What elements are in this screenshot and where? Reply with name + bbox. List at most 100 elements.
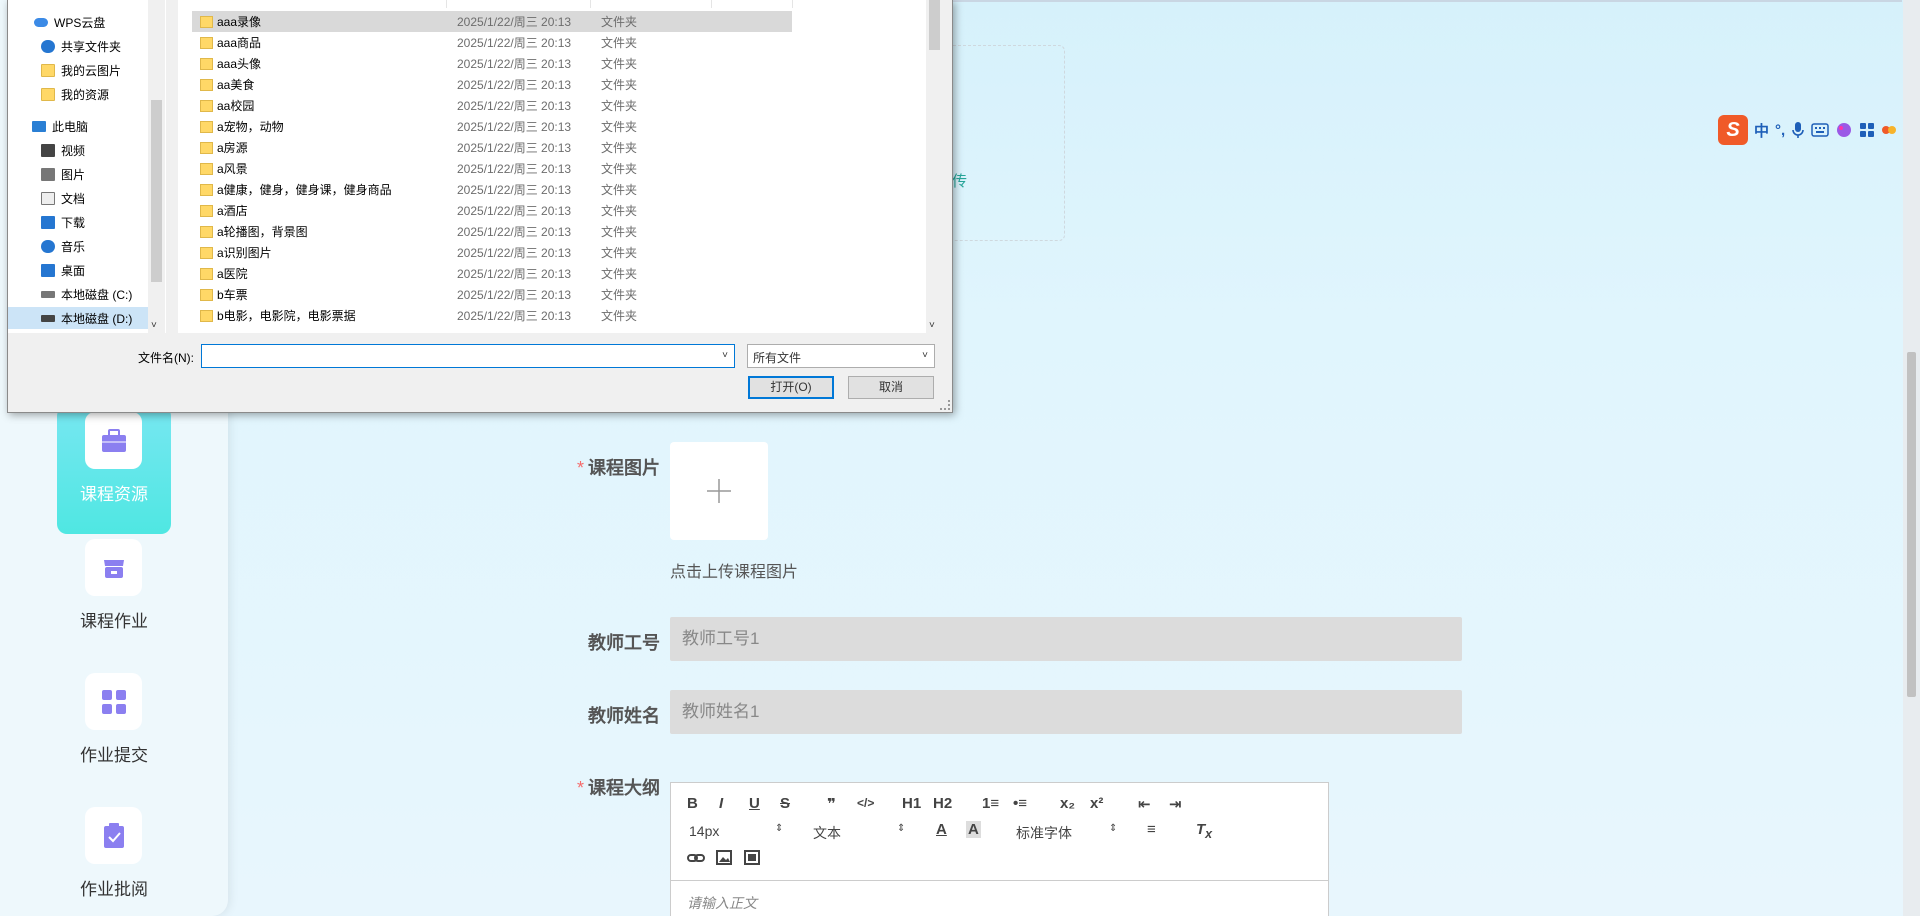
nav-item-disk-c[interactable]: 本地磁盘 (C:) <box>8 283 148 305</box>
course-image-uploader[interactable] <box>670 442 768 540</box>
strikethrough-button[interactable]: S <box>780 795 790 812</box>
ime-lang-toggle[interactable]: 中 <box>1754 120 1769 141</box>
editor-placeholder[interactable]: 请输入正文 <box>687 893 757 913</box>
sidebar-item-homework-submit[interactable]: 作业提交 <box>57 667 171 795</box>
column-separator[interactable] <box>590 0 591 8</box>
course-image-label: * 课程图片 <box>576 458 660 478</box>
image-icon[interactable] <box>716 850 732 865</box>
folder-icon <box>200 57 213 70</box>
nav-item-this-pc[interactable]: 此电脑 <box>8 115 148 137</box>
ime-punct-toggle[interactable]: °, <box>1775 122 1785 139</box>
bold-button[interactable]: B <box>687 795 698 812</box>
italic-button[interactable]: I <box>719 795 723 812</box>
font-size-select[interactable]: 14px <box>689 823 719 839</box>
nav-item-downloads[interactable]: 下载 <box>8 211 148 233</box>
file-row[interactable]: a轮播图，背景图 2025/1/22/周三 20:13 文件夹 <box>192 221 792 242</box>
filename-input[interactable]: ˅ <box>201 344 735 368</box>
nav-item-disk-d[interactable]: 本地磁盘 (D:) <box>8 307 148 329</box>
music-icon <box>41 239 55 253</box>
share-folder-icon <box>41 39 55 53</box>
folder-icon <box>200 183 213 196</box>
apps-icon[interactable] <box>1859 122 1875 138</box>
video-icon[interactable] <box>744 850 760 865</box>
sidebar-item-homework-review[interactable]: 作业批阅 <box>57 801 171 916</box>
clipboard-check-icon <box>85 807 142 864</box>
superscript-button[interactable]: x² <box>1090 795 1103 812</box>
bullet-list-button[interactable]: •≡ <box>1013 795 1027 812</box>
upload-area-partial[interactable] <box>948 45 1065 241</box>
nav-item-cloud-pictures[interactable]: 我的云图片 <box>8 59 148 81</box>
nav-item-my-resources[interactable]: 我的资源 <box>8 83 148 105</box>
file-row[interactable]: b电影，电影院，电影票据 2025/1/22/周三 20:13 文件夹 <box>192 305 792 326</box>
paragraph-select[interactable]: 文本 <box>813 823 841 843</box>
link-icon[interactable] <box>687 851 705 865</box>
file-row[interactable]: a房源 2025/1/22/周三 20:13 文件夹 <box>192 137 792 158</box>
outdent-button[interactable]: ⇤ <box>1138 795 1151 813</box>
nav-item-pictures[interactable]: 图片 <box>8 163 148 185</box>
file-type-filter[interactable]: 所有文件 ˅ <box>747 344 935 368</box>
page-scrollbar[interactable] <box>1903 0 1920 916</box>
file-row[interactable]: aaa录像 2025/1/22/周三 20:13 文件夹 <box>192 11 792 32</box>
column-separator[interactable] <box>446 0 447 8</box>
microphone-icon[interactable] <box>1791 121 1805 139</box>
skin-icon[interactable] <box>1835 121 1853 139</box>
chevron-down-icon[interactable]: ˅ <box>929 320 935 331</box>
file-row[interactable]: a医院 2025/1/22/周三 20:13 文件夹 <box>192 263 792 284</box>
ordered-list-button[interactable]: 1≡ <box>982 795 999 812</box>
column-separator[interactable] <box>792 0 793 8</box>
subscript-button[interactable]: x₂ <box>1060 795 1075 812</box>
blockquote-button[interactable]: ❞ <box>827 795 836 813</box>
font-family-select[interactable]: 标准字体 <box>1016 823 1072 843</box>
resize-grip[interactable] <box>940 400 950 410</box>
desktop-icon <box>41 263 55 277</box>
file-row[interactable]: b车票 2025/1/22/周三 20:13 文件夹 <box>192 284 792 305</box>
sogou-logo-icon[interactable]: S <box>1718 115 1748 145</box>
scrollbar-thumb[interactable] <box>1907 352 1916 697</box>
file-row[interactable]: aa校园 2025/1/22/周三 20:13 文件夹 <box>192 95 792 116</box>
sidebar-item-course-homework[interactable]: 课程作业 <box>57 533 171 661</box>
nav-item-shared-folder[interactable]: 共享文件夹 <box>8 35 148 57</box>
chevron-updown-icon: ⇕ <box>1109 823 1118 834</box>
file-list-scrollbar[interactable]: ˅ <box>926 0 943 333</box>
underline-button[interactable]: U <box>749 795 760 812</box>
cancel-button[interactable]: 取消 <box>848 376 934 399</box>
folder-icon <box>200 309 213 322</box>
file-row[interactable]: aa美食 2025/1/22/周三 20:13 文件夹 <box>192 74 792 95</box>
code-button[interactable]: </> <box>857 796 874 810</box>
clear-format-icon[interactable]: Tx <box>1196 821 1212 841</box>
background-color-icon[interactable]: A <box>966 821 981 838</box>
upload-text-partial: 传 <box>952 173 968 190</box>
scrollbar-thumb[interactable] <box>929 0 940 50</box>
file-row[interactable]: aaa头像 2025/1/22/周三 20:13 文件夹 <box>192 53 792 74</box>
chevron-down-icon[interactable]: ˅ <box>151 320 157 331</box>
teacher-name-input[interactable] <box>670 690 1462 734</box>
file-row[interactable]: a宠物，动物 2025/1/22/周三 20:13 文件夹 <box>192 116 792 137</box>
file-row[interactable]: a风景 2025/1/22/周三 20:13 文件夹 <box>192 158 792 179</box>
nav-item-videos[interactable]: 视频 <box>8 139 148 161</box>
nav-item-documents[interactable]: 文档 <box>8 187 148 209</box>
file-row[interactable]: a健康，健身，健身课，健身商品 2025/1/22/周三 20:13 文件夹 <box>192 179 792 200</box>
chevron-updown-icon: ⇕ <box>775 823 784 834</box>
font-color-icon[interactable]: A <box>936 821 947 838</box>
briefcase-icon <box>85 412 142 469</box>
keyboard-icon[interactable] <box>1811 123 1829 137</box>
heading2-button[interactable]: H2 <box>933 795 952 812</box>
nav-item-wps-cloud[interactable]: WPS云盘 <box>8 11 148 33</box>
open-button[interactable]: 打开(O) <box>748 376 834 399</box>
indent-button[interactable]: ⇥ <box>1169 795 1182 813</box>
file-row[interactable]: a酒店 2025/1/22/周三 20:13 文件夹 <box>192 200 792 221</box>
ime-extra-icon[interactable] <box>1881 123 1897 137</box>
teacher-id-input[interactable] <box>670 617 1462 661</box>
file-row[interactable]: a识别图片 2025/1/22/周三 20:13 文件夹 <box>192 242 792 263</box>
file-row[interactable]: aaa商品 2025/1/22/周三 20:13 文件夹 <box>192 32 792 53</box>
heading1-button[interactable]: H1 <box>902 795 921 812</box>
column-separator[interactable] <box>711 0 712 8</box>
align-icon[interactable]: ≡ <box>1147 821 1156 838</box>
rich-text-editor[interactable]: B I U S ❞ </> H1 H2 1≡ •≡ x₂ x² ⇤ ⇥ 14px… <box>670 782 1329 916</box>
sidebar-item-course-resources[interactable]: 课程资源 <box>57 406 171 534</box>
scrollbar-thumb[interactable] <box>151 100 162 282</box>
nav-item-desktop[interactable]: 桌面 <box>8 259 148 281</box>
chevron-down-icon[interactable]: ˅ <box>722 350 728 361</box>
nav-item-music[interactable]: 音乐 <box>8 235 148 257</box>
nav-scrollbar[interactable]: ˅ <box>148 0 165 333</box>
